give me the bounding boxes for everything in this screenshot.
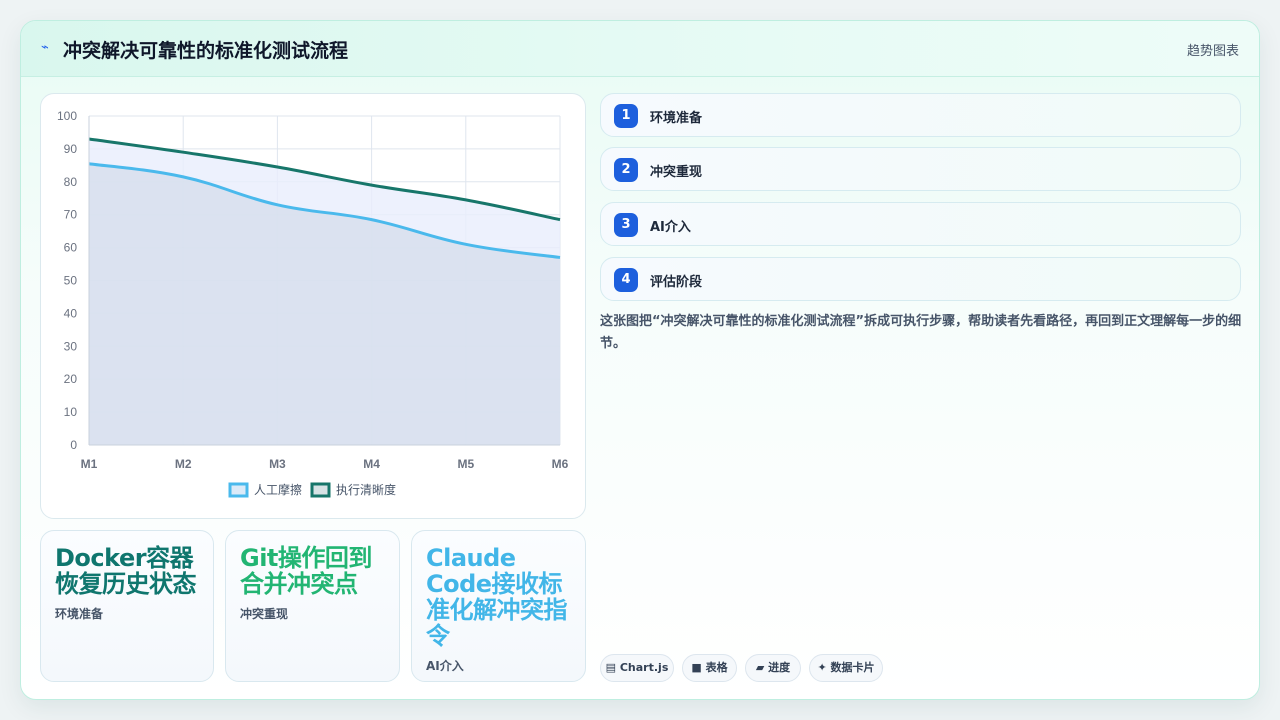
line-chart: 0 10 20 30 40 50 60 70 80 90 100 M1 M2 M3 M4 M5 M6 人工摩擦 执行… [40, 93, 586, 519]
y-tick-label: 20 [64, 372, 78, 386]
y-tick-label: 100 [57, 109, 77, 123]
y-tick-label: 90 [64, 142, 78, 156]
step-number: 3 [614, 213, 638, 237]
y-tick-label: 50 [64, 274, 78, 288]
step-label: 评估阶段 [650, 275, 703, 290]
chart-svg: 0 10 20 30 40 50 60 70 80 90 100 M1 M2 M3 M4 M5 M6 人工摩擦 执行… [57, 109, 569, 498]
step-label: 环境准备 [650, 111, 703, 126]
step-number: 1 [614, 104, 638, 128]
chip-label: 进度 [768, 661, 791, 674]
y-tick-label: 60 [64, 241, 78, 255]
data-card-subtitle: 冲突重现 [240, 607, 289, 621]
x-tick-label: M4 [363, 457, 380, 471]
data-card-title: Claude Code接收标准化解冲突指令 [426, 544, 568, 650]
step-number: 4 [614, 268, 638, 292]
legend-label: 执行清晰度 [336, 482, 396, 497]
description-text: 这张图把“冲突解决可靠性的标准化测试流程”拆成可执行步骤，帮助读者先看路径，再回… [600, 314, 1242, 351]
y-tick-label: 0 [70, 438, 77, 452]
data-card-subtitle: AI介入 [426, 659, 464, 673]
header-tag: 趋势图表 [1186, 44, 1239, 59]
chart-icon: ▤ [605, 661, 617, 674]
header: ⌁ 冲突解决可靠性的标准化测试流程 趋势图表 [21, 21, 1259, 77]
chip-label: 表格 [705, 661, 728, 674]
chip-label: Chart.js [619, 661, 669, 674]
step-label: AI介入 [650, 220, 691, 235]
step-1[interactable]: 1 环境准备 [600, 93, 1241, 137]
x-tick-label: M1 [81, 457, 98, 471]
legend-label: 人工摩擦 [254, 482, 302, 497]
chip-chartjs[interactable]: ▤ Chart.js [600, 654, 674, 682]
sparkle-icon: ✦ [817, 661, 827, 674]
y-tick-label: 80 [64, 175, 78, 189]
x-tick-label: M6 [552, 457, 569, 471]
chip-progress[interactable]: ▰ 进度 [745, 654, 801, 682]
chart-line-icon: ⌁ [41, 40, 49, 55]
step-number: 2 [614, 158, 638, 182]
legend-swatch [228, 482, 249, 498]
data-card-title: Docker容器恢复历史状态 [55, 544, 197, 598]
progress-icon: ▰ [755, 661, 765, 674]
y-tick-label: 40 [64, 306, 78, 320]
step-label: 冲突重现 [650, 165, 703, 180]
chip-data-card[interactable]: ✦ 数据卡片 [809, 654, 883, 682]
x-tick-label: M2 [175, 457, 192, 471]
page-title: 冲突解决可靠性的标准化测试流程 [63, 40, 349, 62]
step-3[interactable]: 3 AI介入 [600, 202, 1241, 246]
step-4[interactable]: 4 评估阶段 [600, 257, 1241, 301]
data-card-2: Git操作回到合并冲突点 冲突重现 [225, 530, 400, 682]
y-tick-label: 10 [64, 405, 78, 419]
step-2[interactable]: 2 冲突重现 [600, 147, 1241, 191]
data-card-title: Git操作回到合并冲突点 [240, 544, 372, 598]
data-card-3: Claude Code接收标准化解冲突指令 AI介入 [411, 530, 586, 682]
y-tick-label: 30 [64, 339, 78, 353]
data-card-subtitle: 环境准备 [55, 607, 104, 621]
chip-table[interactable]: ■ 表格 [682, 654, 737, 682]
main-card: ⌁ 冲突解决可靠性的标准化测试流程 趋势图表 0 10 20 30 40 50 60 70 80… [20, 20, 1260, 700]
y-tick-label: 70 [64, 208, 78, 222]
data-card-1: Docker容器恢复历史状态 环境准备 [40, 530, 214, 682]
x-tick-label: M5 [457, 457, 474, 471]
legend-swatch [310, 482, 331, 498]
chip-label: 数据卡片 [830, 661, 875, 674]
table-icon: ■ [691, 661, 702, 674]
x-tick-label: M3 [269, 457, 286, 471]
